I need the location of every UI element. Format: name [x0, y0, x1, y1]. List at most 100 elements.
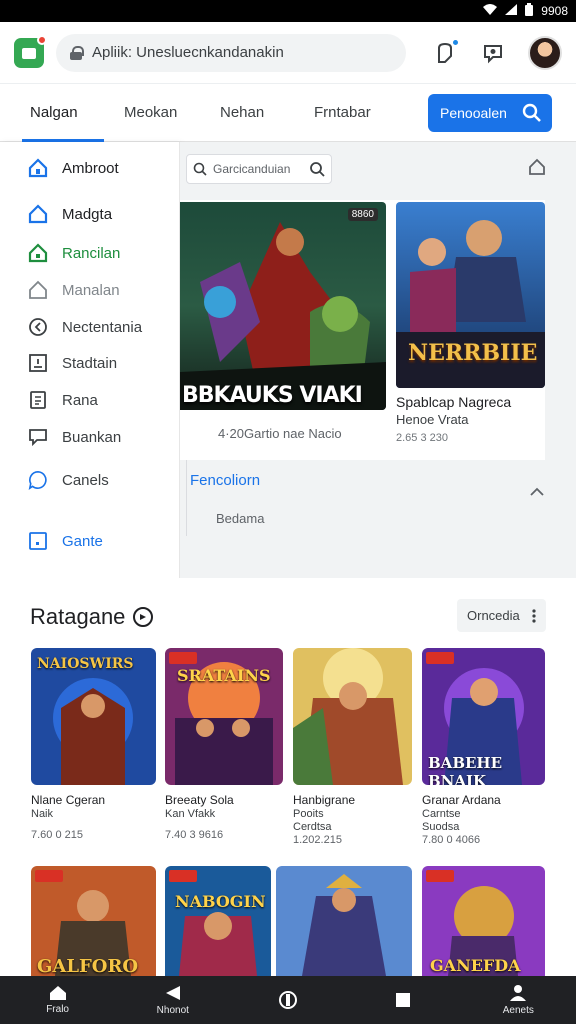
game-thumbnail[interactable]: GANEFDA — [422, 866, 545, 976]
featured-card: 8860 BBKAUKS VIAKI NERRBIIE 4·20Gartio n… — [180, 200, 545, 460]
badge — [169, 870, 197, 882]
game-card[interactable] — [276, 866, 412, 976]
game-thumbnail[interactable]: BABEHE BNAIK — [422, 648, 545, 785]
person-icon — [510, 985, 527, 1001]
nav-label: Fralo — [46, 1004, 69, 1015]
url-bar[interactable]: Apliik: Unesluecnkandanakin — [56, 33, 406, 72]
status-bar: 9908 — [0, 0, 576, 22]
sort-dropdown[interactable]: Orncedia — [457, 599, 546, 632]
game-meta: 7.40 3 9616 — [165, 829, 224, 841]
list-icon — [28, 390, 48, 410]
game-subtitle: Kan Vfakk — [165, 808, 216, 820]
compass-icon — [28, 317, 48, 337]
game-grid-section: Ratagane Orncedia NAIOSWIRS Nlane Cgeran… — [0, 578, 576, 976]
game-meta: 7.60 0 215 — [31, 829, 83, 841]
sidebar-item-buankan[interactable]: Buankan — [28, 427, 121, 447]
search-cta-button[interactable]: Penooalen — [428, 94, 552, 132]
nav-account[interactable]: Aenets — [478, 984, 558, 1016]
game-title: Nlane Cgeran — [31, 793, 106, 807]
avatar[interactable] — [528, 35, 562, 70]
sidebar-item-madgta[interactable]: Madgta — [28, 204, 112, 224]
nav-tabs: Nalgan Meokan Nehan Frntabar Penooalen — [0, 84, 576, 142]
game-card[interactable]: Hanbigrane Pooits Cerdtsa 1.202.215 — [293, 648, 412, 846]
sidebar-item-rana[interactable]: Rana — [28, 390, 98, 410]
tab-nehan[interactable]: Nehan — [206, 84, 300, 142]
side-featured-sub: Henoe Vrata — [396, 412, 469, 427]
sidebar-item-rancilan[interactable]: Rancilan — [28, 243, 120, 263]
game-card[interactable]: GANEFDA — [422, 866, 545, 976]
home-icon — [28, 204, 48, 224]
sidebar-item-label: Buankan — [62, 428, 122, 446]
home-button[interactable] — [528, 158, 546, 181]
sidebar-item-gante[interactable]: Gante — [28, 531, 103, 551]
wifi-icon — [483, 4, 498, 18]
chat-icon — [28, 427, 48, 447]
sidebar-item-label: Gante — [62, 532, 103, 550]
game-thumbnail[interactable]: NAIOSWIRS — [31, 648, 156, 785]
back-icon — [165, 986, 180, 1000]
game-logo: SRATAINS — [177, 666, 271, 685]
search-placeholder: Garcicanduian — [213, 162, 291, 176]
game-card[interactable]: SRATAINS Breeaty Sola Kan Vfakk 7.40 3 9… — [165, 648, 283, 841]
badge — [426, 652, 454, 664]
sidebar-item-label: Rana — [62, 391, 98, 409]
notification-button[interactable] — [432, 37, 460, 66]
featured-game-image[interactable]: 8860 BBKAUKS VIAKI — [180, 202, 386, 410]
game-thumbnail[interactable] — [276, 866, 412, 976]
game-thumbnail[interactable] — [293, 648, 412, 785]
game-logo: NAIOSWIRS — [37, 656, 134, 672]
featured-title: BBKAUKS VIAKI — [182, 383, 363, 408]
nav-home[interactable]: Fralo — [18, 985, 98, 1015]
app-logo[interactable] — [14, 34, 47, 68]
sidebar-item-ambroot[interactable]: Ambroot — [28, 158, 119, 178]
game-thumbnail[interactable]: NABOGIN — [165, 866, 271, 976]
section-title-text: Ratagane — [30, 604, 126, 629]
section-subtitle: Bedama — [216, 511, 265, 526]
search-input[interactable]: Garcicanduian — [186, 154, 332, 184]
tab-nalgan[interactable]: Nalgan — [16, 84, 110, 142]
nav-home-circle[interactable] — [248, 990, 328, 1010]
game-logo: BABEHE BNAIK — [428, 754, 503, 785]
side-featured-image[interactable]: NERRBIIE — [396, 202, 545, 388]
url-text: Apliik: Unesluecnkandanakin — [92, 44, 284, 61]
tab-frntabar[interactable]: Frntabar — [300, 84, 418, 142]
collapse-button[interactable] — [530, 484, 544, 502]
play-circle-icon[interactable] — [133, 607, 154, 627]
section-title: Ratagane — [30, 604, 154, 630]
sidebar-item-canels[interactable]: Canels — [28, 470, 109, 490]
badge — [169, 652, 197, 664]
badge — [426, 870, 454, 882]
section-link[interactable]: Fencoliorn — [190, 472, 260, 489]
tab-meokan[interactable]: Meokan — [110, 84, 206, 142]
messages-button[interactable] — [480, 40, 506, 66]
search-icon — [193, 162, 207, 176]
game-thumbnail[interactable]: SRATAINS — [165, 648, 283, 785]
game-card[interactable]: BABEHE BNAIK Granar Ardana Carntse Suods… — [422, 648, 545, 846]
side-featured-logo: NERRBIIE — [408, 340, 538, 366]
sidebar-item-label: Madgta — [62, 205, 113, 223]
game-meta: 1.202.215 — [293, 834, 342, 846]
square-icon — [28, 531, 48, 551]
sidebar-item-label: Rancilan — [62, 244, 121, 262]
game-title: Breeaty Sola — [165, 793, 234, 807]
chat-icon — [484, 44, 502, 63]
game-card[interactable]: GALFORO — [31, 866, 156, 976]
game-subtitle: Pooits Cerdtsa — [293, 808, 332, 833]
square-icon — [396, 993, 411, 1007]
more-vert-icon — [532, 608, 536, 623]
nav-recents[interactable] — [363, 992, 443, 1008]
chevron-up-icon — [530, 487, 544, 496]
game-card[interactable]: NABOGIN — [165, 866, 271, 976]
search-icon — [310, 162, 325, 177]
sidebar-item-stadtain[interactable]: Stadtain — [28, 353, 117, 373]
bottom-navigation: Fralo Nhonot Aenets — [0, 976, 576, 1024]
game-card[interactable]: NAIOSWIRS Nlane Cgeran Naik 7.60 0 215 — [31, 648, 156, 841]
nav-back[interactable]: Nhonot — [133, 984, 213, 1016]
sidebar-item-label: Stadtain — [62, 354, 118, 372]
nav-label: Aenets — [502, 1005, 534, 1016]
sidebar-item-nectentania[interactable]: Nectentania — [28, 317, 142, 337]
game-thumbnail[interactable]: GALFORO — [31, 866, 156, 976]
signal-icon — [505, 4, 518, 18]
sidebar-item-manalan[interactable]: Manalan — [28, 280, 120, 300]
side-featured-title[interactable]: Spablcap Nagreca — [396, 394, 511, 410]
